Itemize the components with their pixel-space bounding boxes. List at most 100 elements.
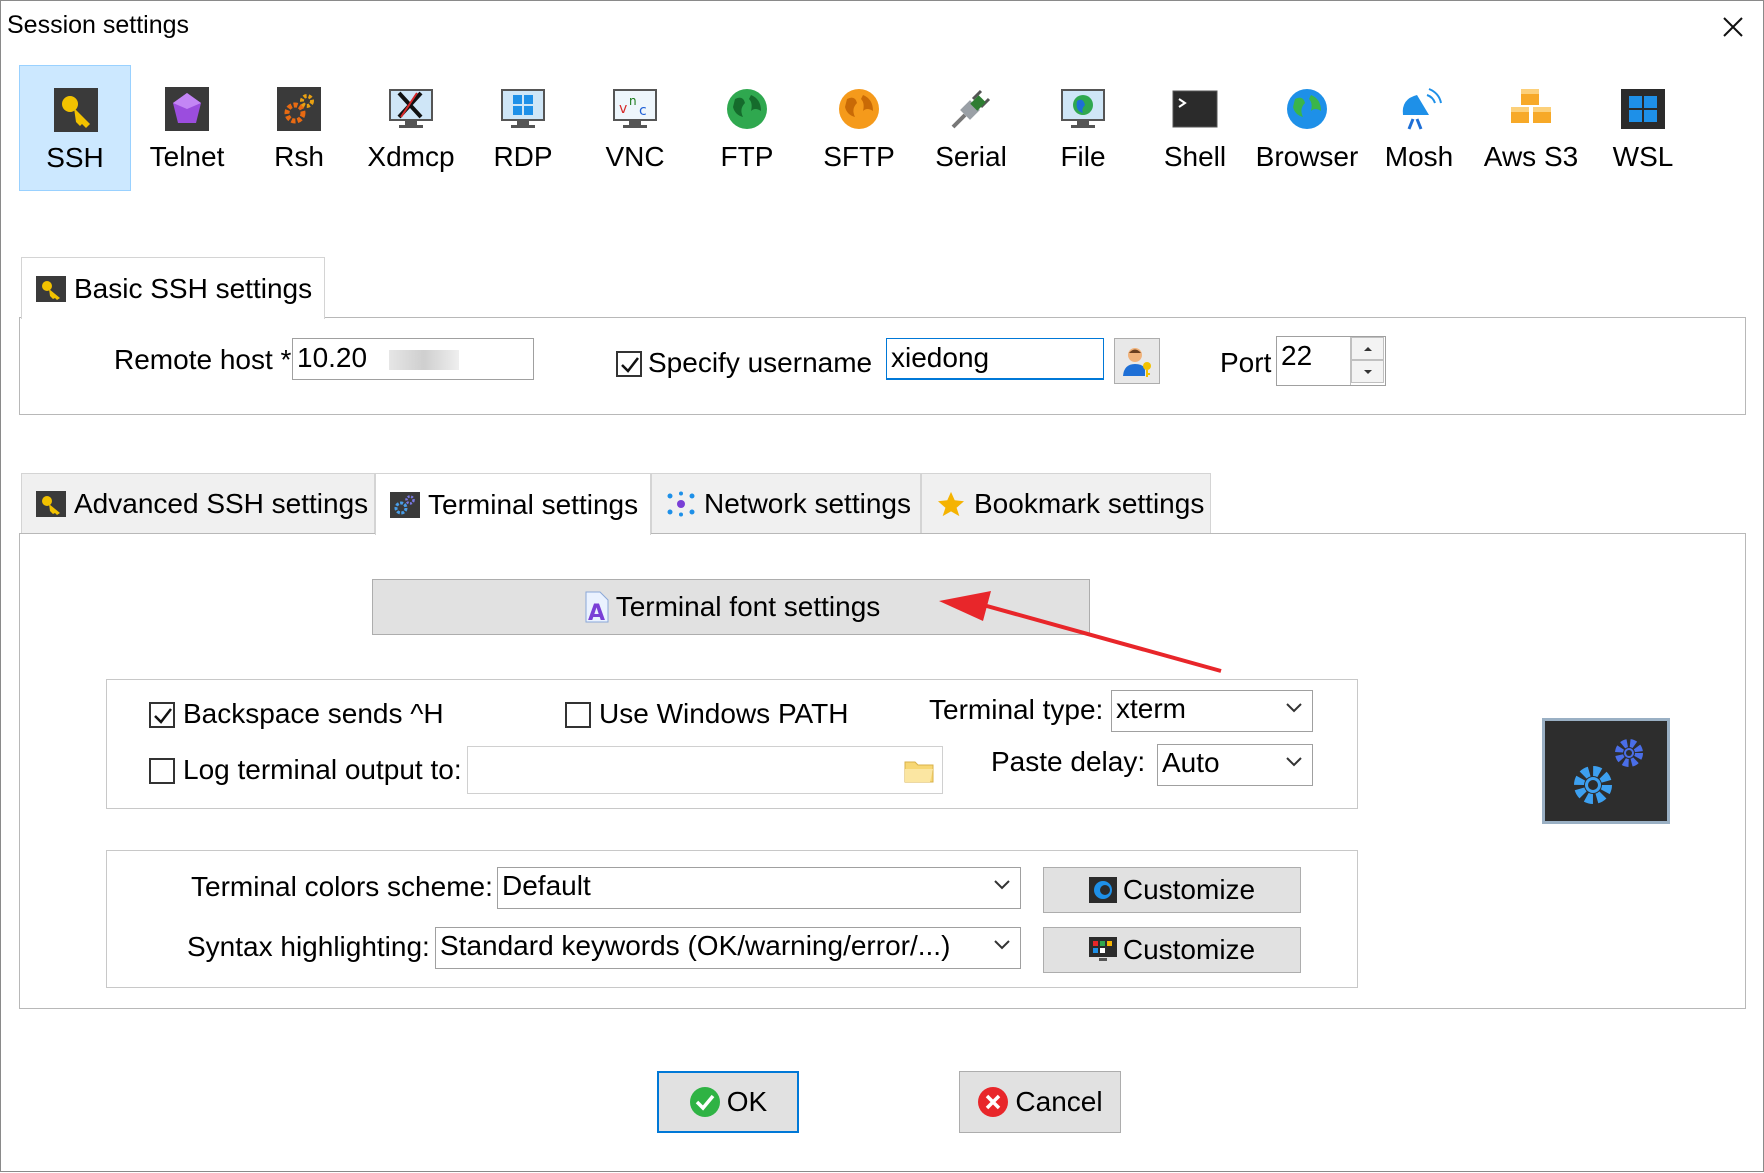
svg-text:n: n <box>629 94 637 108</box>
terminal-icon <box>1172 90 1218 128</box>
browse-folder-button[interactable] <box>903 756 935 784</box>
redacted-blur <box>388 349 459 370</box>
cancel-label: Cancel <box>1015 1086 1103 1117</box>
protocol-wsl[interactable]: WSL <box>1587 65 1699 191</box>
key-icon <box>36 275 66 302</box>
use-windows-path-label: Use Windows PATH <box>599 698 849 729</box>
terminal-font-settings-button[interactable]: A Terminal font settings <box>372 579 1090 635</box>
tab-bookmark-settings[interactable]: Bookmark settings <box>921 473 1211 533</box>
remote-host-input[interactable]: 10.20 <box>292 338 534 380</box>
colors-group: Terminal colors scheme: Default Customiz… <box>106 850 1358 988</box>
green-globe-icon <box>727 89 767 129</box>
backspace-sends-h-checkbox[interactable] <box>149 702 175 728</box>
plug-icon <box>951 89 991 129</box>
tab-label: Basic SSH settings <box>74 272 313 304</box>
log-output-path-input[interactable] <box>467 746 943 794</box>
paste-delay-select[interactable]: Auto <box>1157 744 1313 786</box>
log-terminal-output-checkbox[interactable] <box>149 758 175 784</box>
tab-label: Network settings <box>704 487 911 519</box>
protocol-xdmcp[interactable]: Xdmcp <box>355 65 467 191</box>
folder-icon <box>904 761 934 783</box>
protocol-browser[interactable]: Browser <box>1251 65 1363 191</box>
ok-label: OK <box>726 1086 768 1117</box>
protocol-label: Telnet <box>149 141 225 172</box>
protocol-shell[interactable]: Shell <box>1139 65 1251 191</box>
use-windows-path-checkbox[interactable] <box>565 702 591 728</box>
svg-text:A: A <box>588 601 605 623</box>
paste-delay-label: Paste delay: <box>991 746 1146 777</box>
terminal-type-label: Terminal type: <box>929 694 1104 725</box>
ok-button[interactable]: OK <box>657 1071 799 1133</box>
protocol-mosh[interactable]: Mosh <box>1363 65 1475 191</box>
tab-advanced-ssh-settings[interactable]: Advanced SSH settings <box>21 473 375 533</box>
tab-label: Terminal settings <box>428 488 639 520</box>
terminal-font-settings-label: Terminal font settings <box>615 591 881 622</box>
tab-terminal-settings[interactable]: Terminal settings <box>375 473 651 535</box>
protocol-label: FTP <box>720 141 774 172</box>
specify-username-checkbox[interactable] <box>616 351 642 377</box>
tab-network-settings[interactable]: Network settings <box>651 473 921 533</box>
protocol-label: Xdmcp <box>367 141 455 172</box>
port-increment-button[interactable] <box>1351 337 1384 360</box>
protocol-label: Browser <box>1255 141 1359 172</box>
tab-basic-ssh-settings[interactable]: Basic SSH settings <box>21 257 325 319</box>
colors-scheme-select[interactable]: Default <box>497 867 1021 909</box>
terminal-type-select[interactable]: xterm <box>1111 690 1313 732</box>
colors-scheme-value: Default <box>502 870 591 901</box>
color-palette-icon <box>1088 877 1117 903</box>
protocol-ssh[interactable]: SSH <box>19 65 131 191</box>
terminal-settings-illustration <box>1542 718 1670 824</box>
remote-host-label: Remote host * <box>114 344 292 375</box>
font-icon: A <box>585 591 609 623</box>
paste-delay-value: Auto <box>1162 747 1220 778</box>
protocol-aws-s3[interactable]: Aws S3 <box>1475 65 1587 191</box>
cancel-button[interactable]: Cancel <box>959 1071 1121 1133</box>
protocol-vnc[interactable]: v n c VNC <box>579 65 691 191</box>
network-icon <box>667 491 695 516</box>
terminal-options-group: Backspace sends ^H Use Windows PATH Term… <box>106 679 1358 809</box>
protocol-ftp[interactable]: FTP <box>691 65 803 191</box>
protocol-serial[interactable]: Serial <box>915 65 1027 191</box>
protocol-label: VNC <box>605 141 665 172</box>
svg-text:c: c <box>639 103 647 119</box>
orange-globe-icon <box>839 89 879 129</box>
gem-icon <box>165 87 209 131</box>
protocol-telnet[interactable]: Telnet <box>131 65 243 191</box>
syntax-highlighting-value: Standard keywords (OK/warning/error/...) <box>440 930 951 961</box>
cubes-icon <box>1511 89 1551 123</box>
globe-icon <box>1287 89 1327 129</box>
terminal-type-value: xterm <box>1116 693 1186 724</box>
protocol-label: WSL <box>1612 141 1674 172</box>
customize-colors-label: Customize <box>1122 874 1256 905</box>
chevron-down-icon <box>1286 703 1302 713</box>
protocol-label: File <box>1060 141 1106 172</box>
gears-icon <box>1574 739 1643 804</box>
syntax-monitor-icon <box>1088 937 1117 961</box>
star-icon <box>938 491 964 516</box>
protocol-label: Rsh <box>274 141 324 172</box>
protocol-label: SSH <box>46 142 104 173</box>
port-decrement-button[interactable] <box>1351 360 1384 383</box>
syntax-highlighting-label: Syntax highlighting: <box>187 931 430 962</box>
username-input[interactable]: xiedong <box>886 338 1104 380</box>
customize-colors-button[interactable]: Customize <box>1043 867 1301 913</box>
basic-ssh-panel: Remote host * 10.20 Specify username xie… <box>19 317 1746 415</box>
caret-up-icon <box>1363 346 1372 351</box>
satellite-dish-icon <box>1402 88 1442 130</box>
syntax-highlighting-select[interactable]: Standard keywords (OK/warning/error/...) <box>435 927 1021 969</box>
close-button[interactable] <box>1709 5 1757 49</box>
file-monitor-icon <box>1061 89 1105 128</box>
username-value: xiedong <box>891 342 990 373</box>
protocol-file[interactable]: File <box>1027 65 1139 191</box>
user-credentials-button[interactable] <box>1114 338 1160 384</box>
protocol-rsh[interactable]: Rsh <box>243 65 355 191</box>
customize-syntax-button[interactable]: Customize <box>1043 927 1301 973</box>
port-spinner <box>1350 337 1384 385</box>
remote-host-value: 10.20 <box>297 342 368 373</box>
protocol-rdp[interactable]: RDP <box>467 65 579 191</box>
user-key-icon <box>1123 348 1151 377</box>
colors-scheme-label: Terminal colors scheme: <box>191 871 493 902</box>
log-terminal-output-label: Log terminal output to: <box>183 754 462 785</box>
protocol-label: RDP <box>493 141 553 172</box>
protocol-sftp[interactable]: SFTP <box>803 65 915 191</box>
